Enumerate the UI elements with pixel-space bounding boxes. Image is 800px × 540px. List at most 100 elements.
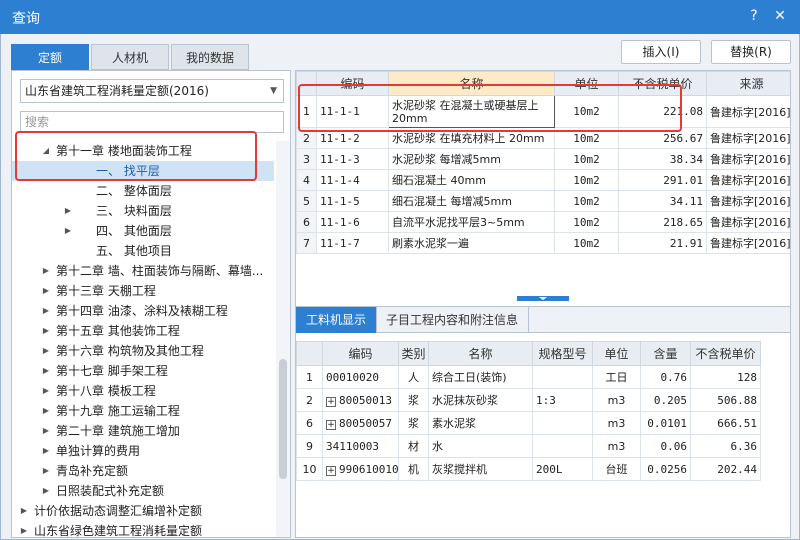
material-header-cell[interactable]: 类别 <box>398 341 429 366</box>
material-row[interactable]: 1 00010020 人综合工日(装饰) 工日 0.76 128 <box>296 365 761 389</box>
chevron-down-icon[interactable]: ▼ <box>270 80 277 102</box>
expand-arrow-icon[interactable]: ▶ <box>18 521 30 537</box>
quota-row[interactable]: 5 11-1-5 细石混凝土 每增减5mm 10m2 34.11 鲁建标字[2016] <box>296 190 790 212</box>
tree-item[interactable]: 二、 整体面层 <box>12 181 274 201</box>
expand-arrow-icon[interactable]: ▶ <box>40 301 52 321</box>
splitter-handle-icon[interactable] <box>295 296 791 304</box>
quota-code: 11-1-5 <box>316 190 389 212</box>
tree-item[interactable]: ▶ 第十九章 施工运输工程 <box>12 401 274 421</box>
expand-arrow-icon[interactable]: ▶ <box>40 261 52 281</box>
norm-select-value: 山东省建筑工程消耗量定额(2016) <box>25 84 209 98</box>
quota-unit: 10m2 <box>554 148 619 170</box>
tab-labor-material-machine[interactable]: 人材机 <box>91 44 169 70</box>
tree-item[interactable]: ▶ 第二十章 建筑施工增加 <box>12 421 274 441</box>
search-input[interactable]: 搜索 <box>20 111 284 133</box>
row-index: 6 <box>296 411 323 435</box>
material-qty: 0.76 <box>640 365 691 389</box>
replace-button[interactable]: 替换(R) <box>711 40 791 64</box>
tree-item-label: 三、 块料面层 <box>96 204 172 218</box>
tree-item[interactable]: ▶ 三、 块料面层 <box>12 201 274 221</box>
material-header-cell[interactable]: 编码 <box>322 341 399 366</box>
material-code-cell: +990610010 <box>322 457 399 481</box>
material-category: 材 <box>398 434 429 458</box>
expand-arrow-icon[interactable]: ▶ <box>62 221 74 241</box>
expand-arrow-icon[interactable]: ▶ <box>40 361 52 381</box>
material-header-cell[interactable] <box>296 341 323 366</box>
tree-item[interactable]: ▶ 四、 其他面层 <box>12 221 274 241</box>
expand-arrow-icon[interactable]: ▶ <box>18 501 30 521</box>
tree-scrollbar-thumb[interactable] <box>279 359 287 479</box>
material-row[interactable]: 10 +990610010 机灰浆搅拌机 200L 台班 0.0256 202.44 <box>296 457 761 481</box>
expand-arrow-icon[interactable]: ▶ <box>40 401 52 421</box>
expand-arrow-icon[interactable]: ▶ <box>40 421 52 441</box>
quota-price: 34.11 <box>618 190 707 212</box>
quota-name: 刷素水泥浆一遍 <box>388 232 555 254</box>
detail-tabs: 工料机显示 子目工程内容和附注信息 <box>296 307 790 333</box>
expand-arrow-icon[interactable]: ▶ <box>40 321 52 341</box>
tree-item[interactable]: ▶ 第十八章 模板工程 <box>12 381 274 401</box>
quota-row[interactable]: 3 11-1-3 水泥砂浆 每增减5mm 10m2 38.34 鲁建标字[2016] <box>296 148 790 170</box>
quota-row[interactable]: 4 11-1-4 细石混凝土 40mm 10m2 291.01 鲁建标字[2016] <box>296 169 790 191</box>
material-unit: m3 <box>592 434 641 458</box>
tree-item[interactable]: ▶ 日照装配式补充定额 <box>12 481 274 501</box>
expand-arrow-icon[interactable]: ▶ <box>40 461 52 481</box>
material-price: 202.44 <box>690 457 761 481</box>
material-header-cell[interactable]: 不含税单价 <box>690 341 761 366</box>
tree-item[interactable]: ▶ 第十三章 天棚工程 <box>12 281 274 301</box>
tree-item[interactable]: ▶ 第十七章 脚手架工程 <box>12 361 274 381</box>
material-row[interactable]: 2 +80050013 浆水泥抹灰砂浆 1:3 m3 0.205 506.88 <box>296 388 761 412</box>
tree-item-label: 第十七章 脚手架工程 <box>56 364 168 378</box>
quota-header-cell[interactable]: 来源 <box>706 71 790 96</box>
material-header-cell[interactable]: 单位 <box>592 341 641 366</box>
tree-item-label: 山东省绿色建筑工程消耗量定额 <box>34 524 203 538</box>
tree-item[interactable]: ▶ 第十六章 构筑物及其他工程 <box>12 341 274 361</box>
quota-row[interactable]: 7 11-1-7 刷素水泥浆一遍 10m2 21.91 鲁建标字[2016] <box>296 232 790 254</box>
tree-item[interactable]: ▶ 单独计算的费用 <box>12 441 274 461</box>
close-icon[interactable]: ✕ <box>770 6 790 26</box>
material-price: 128 <box>690 365 761 389</box>
expand-arrow-icon[interactable]: ▶ <box>40 481 52 501</box>
expand-arrow-icon[interactable]: ▶ <box>40 381 52 401</box>
row-index: 1 <box>296 365 323 389</box>
tab-material-display[interactable]: 工料机显示 <box>296 307 378 333</box>
tree-item-label: 青岛补充定额 <box>56 464 129 478</box>
material-panel: 工料机显示 子目工程内容和附注信息 编码 类别 名称 规格型号 单位 含量 不含税单价 10… <box>295 306 791 538</box>
material-name: 综合工日(装饰) <box>428 365 533 389</box>
expand-arrow-icon[interactable]: ▶ <box>40 341 52 361</box>
material-row[interactable]: 6 +80050057 浆素水泥浆 m3 0.0101 666.51 <box>296 411 761 435</box>
expand-plus-icon[interactable]: + <box>326 396 336 407</box>
help-icon[interactable]: ? <box>744 6 764 26</box>
panel-splitter[interactable] <box>295 296 791 301</box>
material-header-cell[interactable]: 含量 <box>640 341 691 366</box>
material-spec <box>532 411 593 435</box>
material-row[interactable]: 9 34110003 材水 m3 0.06 6.36 <box>296 434 761 458</box>
expand-plus-icon[interactable]: + <box>326 419 336 430</box>
tree-item[interactable]: ▶ 第十五章 其他装饰工程 <box>12 321 274 341</box>
tab-work-content-notes[interactable]: 子目工程内容和附注信息 <box>376 307 530 333</box>
row-index: 2 <box>296 388 323 412</box>
expand-plus-icon[interactable]: + <box>326 465 336 476</box>
row-index: 7 <box>296 232 317 254</box>
insert-button[interactable]: 插入(I) <box>621 40 701 64</box>
expand-arrow-icon[interactable]: ▶ <box>62 201 74 221</box>
tab-quota[interactable]: 定额 <box>11 44 89 70</box>
tab-my-data[interactable]: 我的数据 <box>171 44 249 70</box>
expand-arrow-icon[interactable]: ▶ <box>40 441 52 461</box>
material-name: 水泥抹灰砂浆 <box>428 388 533 412</box>
material-header-cell[interactable]: 规格型号 <box>532 341 593 366</box>
tree-item[interactable]: ▶ 计价依据动态调整汇编增补定额 <box>12 501 274 521</box>
material-code: 990610010 <box>339 462 399 476</box>
quota-row[interactable]: 6 11-1-6 自流平水泥找平层3~5mm 10m2 218.65 鲁建标字[2016] <box>296 211 790 233</box>
tree-item[interactable]: ▶ 第十二章 墙、柱面装饰与隔断、幕墙... <box>12 261 274 281</box>
expand-arrow-icon[interactable]: ▶ <box>40 281 52 301</box>
tree-item[interactable]: ▶ 青岛补充定额 <box>12 461 274 481</box>
tree-scrollbar[interactable] <box>276 141 290 537</box>
material-code: 80050057 <box>339 416 392 430</box>
tree-item[interactable]: ▶ 山东省绿色建筑工程消耗量定额 <box>12 521 274 538</box>
norm-select[interactable]: 山东省建筑工程消耗量定额(2016) ▼ <box>20 79 284 103</box>
tree-item[interactable]: ▶ 第十四章 油漆、涂料及裱糊工程 <box>12 301 274 321</box>
quota-source: 鲁建标字[2016] <box>706 232 790 254</box>
material-header-cell[interactable]: 名称 <box>428 341 533 366</box>
quota-source: 鲁建标字[2016] <box>706 95 790 128</box>
tree-item[interactable]: 五、 其他项目 <box>12 241 274 261</box>
